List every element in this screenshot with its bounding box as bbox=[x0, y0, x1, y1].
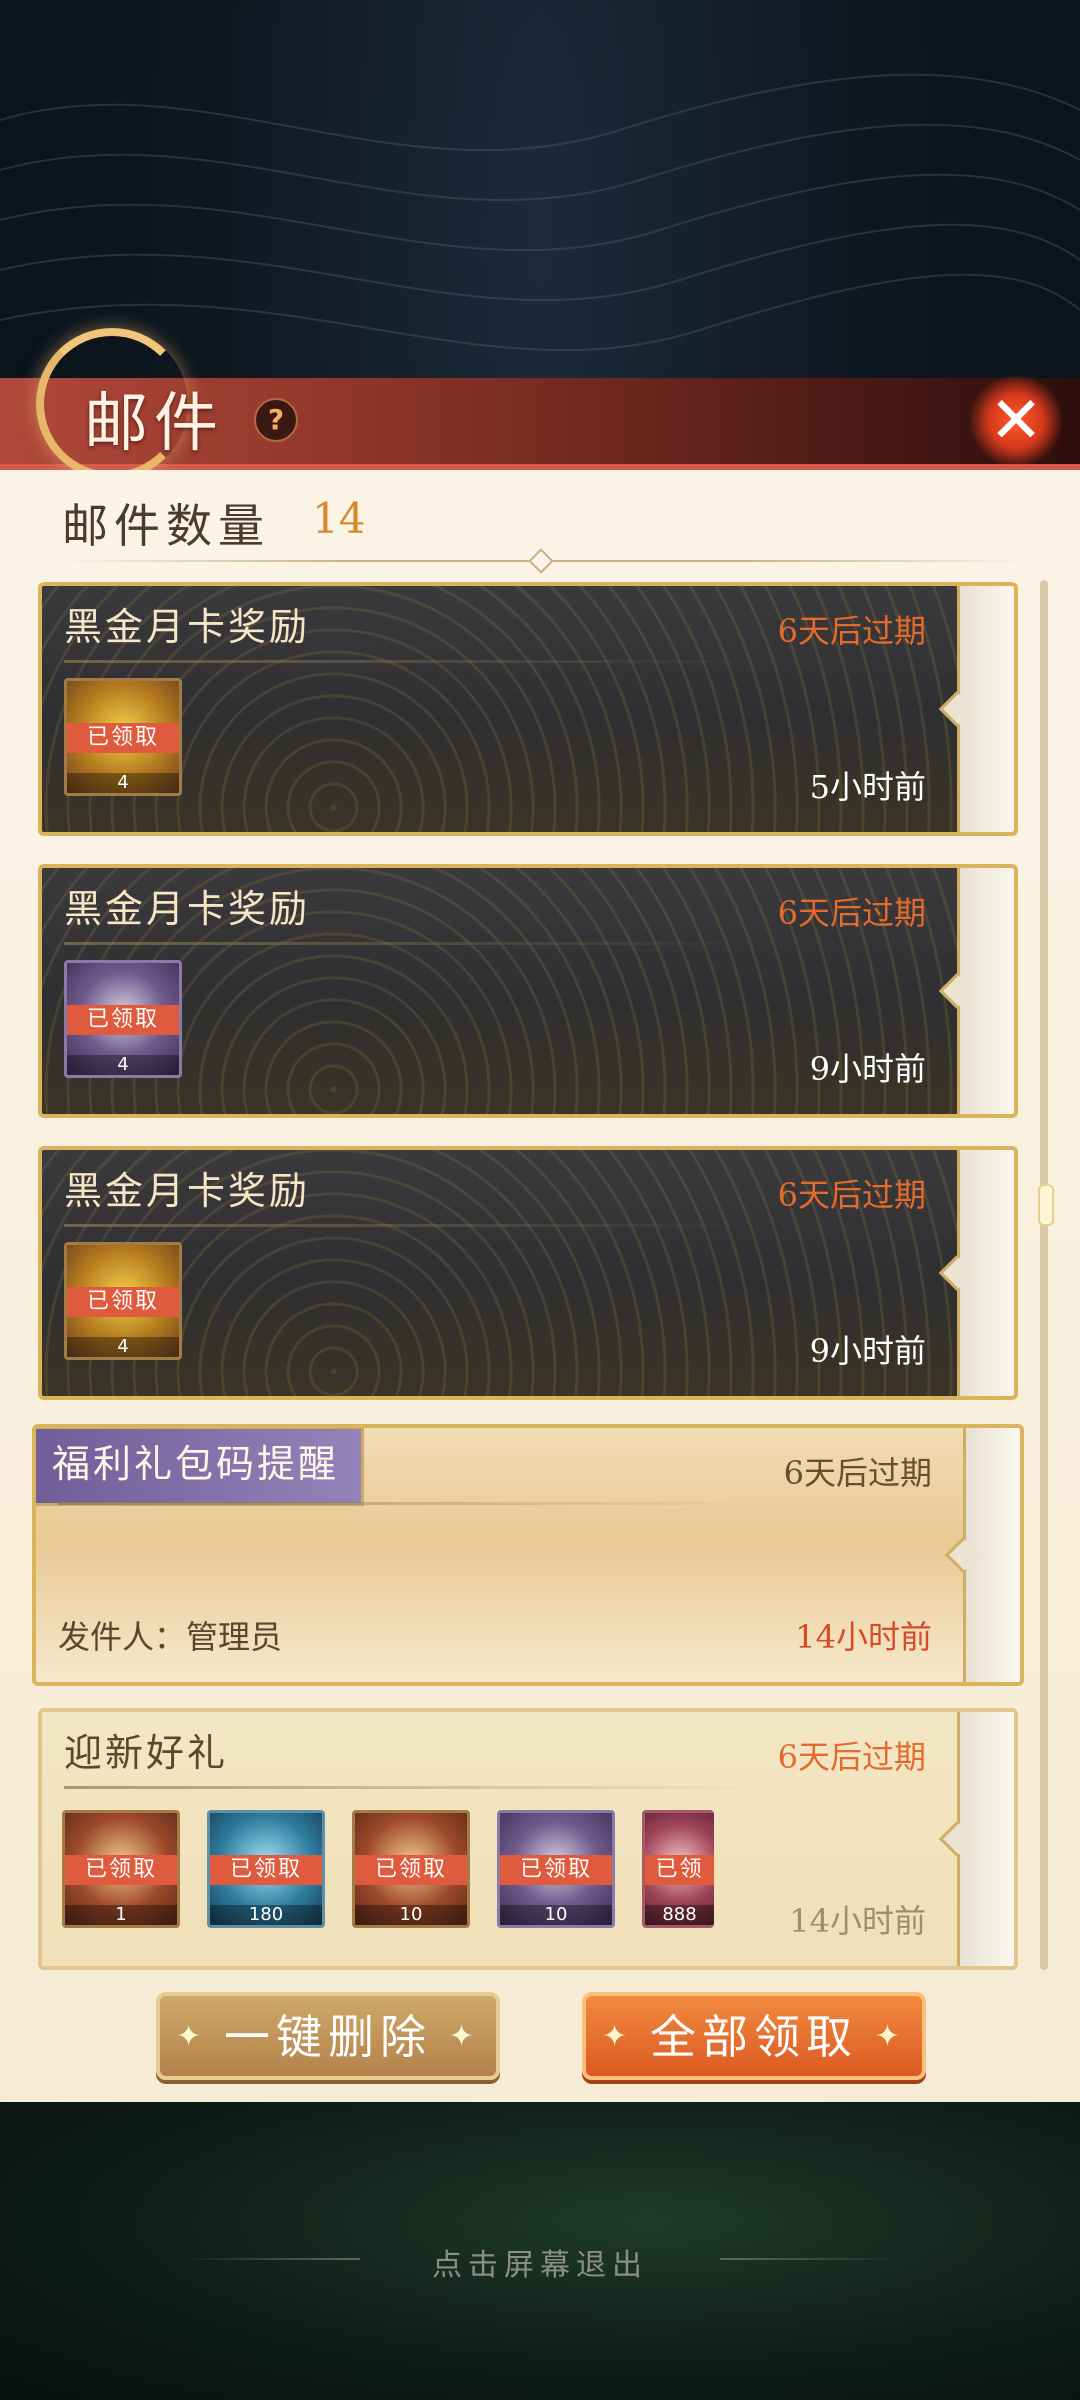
claimed-badge: 已领取 bbox=[67, 723, 179, 753]
mail-open-tab[interactable] bbox=[957, 586, 1014, 832]
mail-expire: 6天后过期 bbox=[783, 1454, 932, 1492]
help-icon[interactable]: ? bbox=[254, 398, 298, 442]
delete-all-label: 一键删除 bbox=[224, 2010, 432, 2064]
scroll-icon[interactable]: 已领取 10 bbox=[352, 1810, 470, 1928]
delete-all-button[interactable]: ✦ 一键删除 ✦ bbox=[156, 1992, 500, 2080]
mail-title-rule bbox=[64, 660, 764, 663]
mail-expire: 6天后过期 bbox=[777, 894, 926, 932]
mail-open-tab[interactable] bbox=[957, 1712, 1014, 1966]
claimed-badge: 已领取 bbox=[500, 1855, 612, 1885]
item-quantity: 4 bbox=[67, 1055, 179, 1075]
item-quantity: 888 bbox=[645, 1905, 714, 1925]
item-quantity: 4 bbox=[67, 773, 179, 793]
gold-ingot-icon[interactable]: 已领取 4 bbox=[64, 678, 182, 796]
mail-title: 黑金月卡奖励 bbox=[64, 887, 311, 931]
close-icon[interactable]: ✕ bbox=[966, 376, 1066, 466]
scroll-icon[interactable]: 已领取 4 bbox=[64, 960, 182, 1078]
gem-icon[interactable]: 已领 888 bbox=[642, 1810, 714, 1928]
claimed-badge: 已领取 bbox=[210, 1855, 322, 1885]
mail-time: 9小时前 bbox=[809, 1050, 926, 1088]
item-quantity: 1 bbox=[65, 1905, 177, 1925]
item-quantity: 10 bbox=[355, 1905, 467, 1925]
mail-time: 9小时前 bbox=[809, 1332, 926, 1370]
claimed-badge: 已领取 bbox=[67, 1005, 179, 1035]
mail-item[interactable]: 福利礼包码提醒 6天后过期 发件人：管理员 14小时前 bbox=[32, 1424, 1024, 1686]
scrollbar-track[interactable] bbox=[1040, 580, 1048, 1970]
item-quantity: 180 bbox=[210, 1905, 322, 1925]
mail-expire: 6天后过期 bbox=[777, 1738, 926, 1776]
mail-title-rule bbox=[64, 1786, 764, 1789]
mail-title: 黑金月卡奖励 bbox=[64, 1169, 311, 1213]
mail-item[interactable]: 黑金月卡奖励 6天后过期 已领取 4 9小时前 bbox=[38, 1146, 1018, 1400]
sparkle-icon: ✦ bbox=[176, 2019, 208, 2054]
mail-title-rule bbox=[64, 1224, 764, 1227]
scroll-icon[interactable]: 已领取 10 bbox=[497, 1810, 615, 1928]
claimed-badge: 已领 bbox=[645, 1855, 714, 1885]
mail-open-tab[interactable] bbox=[957, 1150, 1014, 1396]
exit-hint: 点击屏幕退出 bbox=[432, 2248, 648, 2283]
mail-expire: 6天后过期 bbox=[777, 612, 926, 650]
mail-title: 黑金月卡奖励 bbox=[64, 605, 311, 649]
mail-title-rule bbox=[64, 942, 764, 945]
mail-expire: 6天后过期 bbox=[777, 1176, 926, 1214]
mail-time: 14小时前 bbox=[789, 1902, 926, 1940]
mail-title-rule bbox=[58, 1502, 758, 1505]
mail-count-label: 邮件数量 bbox=[62, 499, 270, 553]
item-quantity: 4 bbox=[67, 1337, 179, 1357]
mail-title: 福利礼包码提醒 bbox=[36, 1428, 365, 1506]
mail-item[interactable]: 黑金月卡奖励 6天后过期 已领取 4 9小时前 bbox=[38, 864, 1018, 1118]
gold-ingot-icon[interactable]: 已领取 4 bbox=[64, 1242, 182, 1360]
item-quantity: 10 bbox=[500, 1905, 612, 1925]
sparkle-icon: ✦ bbox=[448, 2019, 480, 2054]
claimed-badge: 已领取 bbox=[65, 1855, 177, 1885]
claimed-badge: 已领取 bbox=[355, 1855, 467, 1885]
page-title: 邮件 bbox=[84, 387, 224, 461]
mail-item[interactable]: 黑金月卡奖励 6天后过期 已领取 4 5小时前 bbox=[38, 582, 1018, 836]
mail-sender: 发件人：管理员 bbox=[58, 1618, 283, 1656]
mail-title: 迎新好礼 bbox=[64, 1731, 229, 1775]
scrollbar-thumb[interactable] bbox=[1038, 1184, 1054, 1226]
mail-time: 14小时前 bbox=[795, 1618, 932, 1656]
crystal-icon[interactable]: 已领取 180 bbox=[207, 1810, 325, 1928]
mail-count-value: 14 bbox=[312, 494, 366, 543]
claim-all-button[interactable]: ✦ 全部领取 ✦ bbox=[582, 1992, 926, 2080]
sparkle-icon: ✦ bbox=[874, 2019, 906, 2054]
sparkle-icon: ✦ bbox=[602, 2019, 634, 2054]
mail-open-tab[interactable] bbox=[963, 1428, 1020, 1682]
mail-open-tab[interactable] bbox=[957, 868, 1014, 1114]
claim-all-label: 全部领取 bbox=[650, 2010, 858, 2064]
mail-item[interactable]: 迎新好礼 6天后过期 已领取 1 已领取 180 已领取 10 已领取 10 已… bbox=[38, 1708, 1018, 1970]
treasure-chest-icon[interactable]: 已领取 1 bbox=[62, 1810, 180, 1928]
mail-time: 5小时前 bbox=[809, 768, 926, 806]
claimed-badge: 已领取 bbox=[67, 1287, 179, 1317]
